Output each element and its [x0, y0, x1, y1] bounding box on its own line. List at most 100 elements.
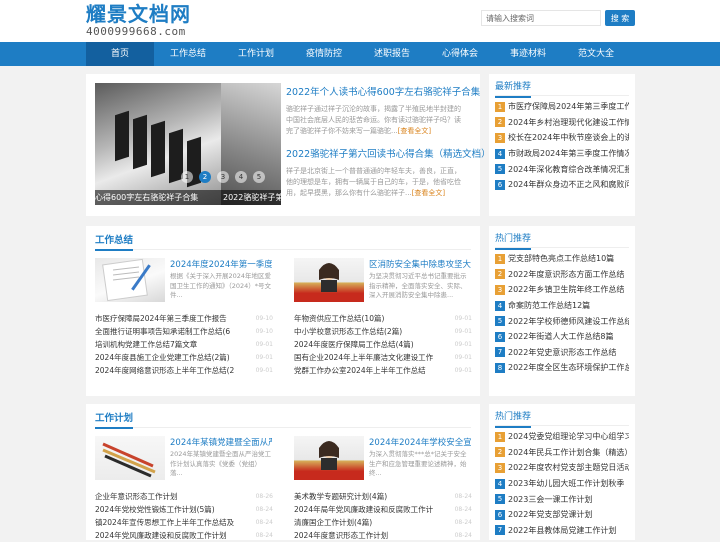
- list-item[interactable]: 全面推行证明事项告知承诺制工作总结(6 09-10: [95, 325, 273, 338]
- nav-item-report[interactable]: 述职报告: [358, 42, 426, 66]
- sidebar-hot-title: 热门推荐: [495, 234, 532, 250]
- read-more-link[interactable]: [查看全文]: [398, 127, 431, 135]
- slider-dot-2[interactable]: 2: [199, 171, 211, 183]
- section-work-plan: 工作计划 2024年某镇党建暨全面从严治党工作计划 2024年某镇党建暨全面从严…: [86, 404, 480, 540]
- list-item[interactable]: 培训机构党建工作总结7篇文章 09-01: [95, 338, 273, 351]
- slider-dot-3[interactable]: 3: [217, 171, 229, 183]
- rank-item[interactable]: 1市医疗保障局2024年第三季度工作报告: [495, 99, 629, 115]
- search-button[interactable]: 搜 索: [605, 10, 635, 26]
- section-work-summary: 工作总结 2024年度2024年第一季度工作总结 根据《关于深入开展2024年地…: [86, 226, 480, 396]
- pic-article-title[interactable]: 2024年度2024年第一季度工作总结: [170, 258, 272, 270]
- nav-item-essays[interactable]: 范文大全: [562, 42, 630, 66]
- list-item[interactable]: 2024年局年党风廉政建设和反腐败工作计 08-24: [294, 503, 472, 516]
- list-item[interactable]: 市医疗保障局2024年第三季度工作报告 09-10: [95, 312, 273, 325]
- sidebar-latest: 最新推荐 1市医疗保障局2024年第三季度工作报告 22024年乡村治理现代化建…: [489, 74, 635, 216]
- pic-article-summary: 为坚决贯彻习近平总书记重要批示指示精神，全面落实安全、实际、深入开展消防安全集中…: [369, 272, 467, 299]
- list-item[interactable]: 国有企业2024年上半年廉洁文化建设工作 09-01: [294, 351, 472, 364]
- pic-article: 2024年2024年学校安全宣传教育工作计划 为深入贯彻落实***总*记关于安全…: [294, 436, 472, 482]
- search-bar: 搜 索: [481, 10, 635, 26]
- list-item[interactable]: 企业年意识形态工作计划 08-26: [95, 490, 273, 503]
- rank-item[interactable]: 5 2023三会一课工作计划: [495, 491, 629, 507]
- list-item[interactable]: 2024年党校党性锻炼工作计划(5篇) 08-24: [95, 503, 273, 516]
- list-item[interactable]: 2024年度医疗保障局工作总结(4篇) 09-01: [294, 338, 472, 351]
- rank-item[interactable]: 5 2022年学校师德师风建设工作总结: [495, 313, 629, 329]
- nav-item-work-summary[interactable]: 工作总结: [154, 42, 222, 66]
- list-item[interactable]: 2024年度意识形态工作计划 08-24: [294, 529, 472, 542]
- nav-item-epidemic[interactable]: 疫情防控: [290, 42, 358, 66]
- read-more-link[interactable]: [查看全文]: [412, 189, 445, 197]
- search-input[interactable]: [481, 10, 601, 26]
- rank-item[interactable]: 4 命案防范工作总结12篇: [495, 298, 629, 314]
- nav-item-deeds[interactable]: 事迹材料: [494, 42, 562, 66]
- rank-item[interactable]: 3 2022年度农村党支部主题党日活动: [495, 460, 629, 476]
- list-item[interactable]: 2024年党风廉政建设和反腐败工作计划 08-24: [95, 529, 273, 542]
- pic-article-title[interactable]: 2024年某镇党建暨全面从严治党工作计划: [170, 436, 272, 448]
- featured-article-1: 2022年个人读书心得600字左右骆驼祥子合集 骆驼祥子通过祥子沉沦的故事，揭露…: [286, 86, 480, 148]
- featured-article-2: 2022骆驼祥子第六回读书心得合集（精选文档） 祥子是北京街上一个普普通通的年轻…: [286, 148, 491, 210]
- site-logo[interactable]: 耀景文档网 4000999668.com: [86, 4, 191, 37]
- nav-item-home[interactable]: 首页: [86, 42, 154, 66]
- pic-article-summary: 为深入贯彻落实***总*记关于安全生产和应急管理重要论述精神，始终...: [369, 450, 467, 477]
- list-item[interactable]: 2024年度网络意识形态上半年工作总结(2 09-01: [95, 364, 273, 377]
- site-title[interactable]: 耀景文档网: [86, 4, 191, 24]
- slider-dot-1[interactable]: 1: [181, 171, 193, 183]
- rank-item[interactable]: 6 2022年街道人大工作总结8篇: [495, 329, 629, 345]
- featured-title-1[interactable]: 2022年个人读书心得600字左右骆驼祥子合集: [286, 86, 480, 99]
- pic-article: 2024年度2024年第一季度工作总结 根据《关于深入开展2024年地区爱国卫生…: [95, 258, 273, 304]
- featured-summary-1: 骆驼祥子通过祥子沉沦的故事，揭露了半殖民地半封建的中国社会底层人民的悲苦命运。你…: [286, 105, 461, 135]
- pic-article-summary: 根据《关于深入开展2024年地区爱国卫生工作的通知》（2024）*号文件...: [170, 272, 272, 299]
- slider-caption-1[interactable]: 心得600字左右骆驼祥子合集: [95, 190, 221, 205]
- list-item[interactable]: 年物资供应工作总结(10篇) 09-01: [294, 312, 472, 325]
- rank-item[interactable]: 4市财政局2024年第三季度工作情况汇报: [495, 146, 629, 162]
- slider-caption-bar: 心得600字左右骆驼祥子合集 2022骆驼祥子第: [95, 190, 281, 205]
- section-title[interactable]: 工作计划: [95, 413, 134, 429]
- featured-title-2[interactable]: 2022骆驼祥子第六回读书心得合集（精选文档）: [286, 148, 491, 161]
- list-item[interactable]: 镇2024年宣传思想工作上半年工作总结及 08-24: [95, 516, 273, 529]
- featured-panel: 1 2 3 4 5 心得600字左右骆驼祥子合集 2022骆驼祥子第 2022年…: [86, 74, 491, 216]
- rank-item[interactable]: 3 2022年乡镇卫生院年终工作总结: [495, 282, 629, 298]
- rank-item[interactable]: 7 2022年党史意识形态工作总结: [495, 345, 629, 361]
- rank-item[interactable]: 1 2024党委党组理论学习中心组学习: [495, 429, 629, 445]
- article-thumbnail[interactable]: [95, 436, 165, 480]
- nav-item-experience[interactable]: 心得体会: [426, 42, 494, 66]
- list-item[interactable]: 美术教学专题研究计划(4篇) 08-24: [294, 490, 472, 503]
- rank-item[interactable]: 4 2023年幼儿园大班工作计划秋季: [495, 476, 629, 492]
- site-domain[interactable]: 4000999668.com: [86, 26, 191, 37]
- nav-item-work-plan[interactable]: 工作计划: [222, 42, 290, 66]
- rank-item[interactable]: 7 2022年县教体局党建工作计划: [495, 523, 629, 539]
- sidebar-hot-summary: 热门推荐 1 党支部特色亮点工作总结10篇 2 2022年度意识形态方面工作总结 3…: [489, 226, 635, 396]
- article-thumbnail[interactable]: [294, 258, 364, 302]
- pic-article-title[interactable]: 2024年2024年学校安全宣传教育工作计划: [369, 436, 471, 448]
- list-item[interactable]: 清廉国企工作计划(4篇) 08-24: [294, 516, 472, 529]
- rank-item[interactable]: 2 2022年度意识形态方面工作总结: [495, 267, 629, 283]
- sidebar-hot-plan: 热门推荐 1 2024党委党组理论学习中心组学习 2 2024年民兵工作计划合集（精…: [489, 404, 635, 540]
- slide-image-books[interactable]: [95, 83, 221, 205]
- article-thumbnail[interactable]: [95, 258, 165, 302]
- rank-item[interactable]: 8 2022年度全区生态环境保护工作总结: [495, 360, 629, 376]
- rank-item[interactable]: 2 2024年民兵工作计划合集（精选）: [495, 445, 629, 461]
- sidebar-hot-title: 热门推荐: [495, 412, 532, 428]
- rank-item[interactable]: 6 2022年党支部党课计划: [495, 507, 629, 523]
- rank-item[interactable]: 6 2024年群众身边不正之风和腐败问题: [495, 177, 629, 193]
- pic-article-title[interactable]: 区消防安全集中除患攻坚大整治工作总结: [369, 258, 471, 270]
- pic-article: 区消防安全集中除患攻坚大整治工作总结 为坚决贯彻习近平总书记重要批示指示精神，全…: [294, 258, 472, 304]
- slider-dot-5[interactable]: 5: [253, 171, 265, 183]
- slider-dots: 1 2 3 4 5: [181, 171, 265, 183]
- list-item[interactable]: 中小学校意识形态工作总结(2篇) 09-01: [294, 325, 472, 338]
- rank-item[interactable]: 5 2024年深化教育综合改革情况汇报: [495, 161, 629, 177]
- pic-article-summary: 2024年某镇党建暨全面从严治党工作计划认真落实《党委（党组）落...: [170, 450, 272, 477]
- image-slider[interactable]: 1 2 3 4 5 心得600字左右骆驼祥子合集 2022骆驼祥子第: [95, 83, 281, 205]
- pic-article: 2024年某镇党建暨全面从严治党工作计划 2024年某镇党建暨全面从严治党工作计…: [95, 436, 273, 482]
- slider-caption-2[interactable]: 2022骆驼祥子第: [221, 190, 281, 205]
- rank-item[interactable]: 22024年乡村治理现代化建设工作情况汇报: [495, 115, 629, 131]
- list-item[interactable]: 党群工作办公室2024年上半年工作总结 09-01: [294, 364, 472, 377]
- slider-dot-4[interactable]: 4: [235, 171, 247, 183]
- slide-image-laptop[interactable]: [221, 83, 281, 205]
- site-header: 耀景文档网 4000999668.com 搜 索: [0, 0, 720, 42]
- article-thumbnail[interactable]: [294, 436, 364, 480]
- rank-item[interactable]: 3 校长在2024年中秋节座谈会上的讲话: [495, 130, 629, 146]
- featured-summary-2: 祥子是北京街上一个普普通通的年轻车夫，善良，正直，他的理想是车，拥有一辆属于自己…: [286, 167, 461, 197]
- section-title[interactable]: 工作总结: [95, 235, 134, 251]
- rank-item[interactable]: 1 党支部特色亮点工作总结10篇: [495, 251, 629, 267]
- list-item[interactable]: 2024年度县施工企业党建工作总结(2篇) 09-01: [95, 351, 273, 364]
